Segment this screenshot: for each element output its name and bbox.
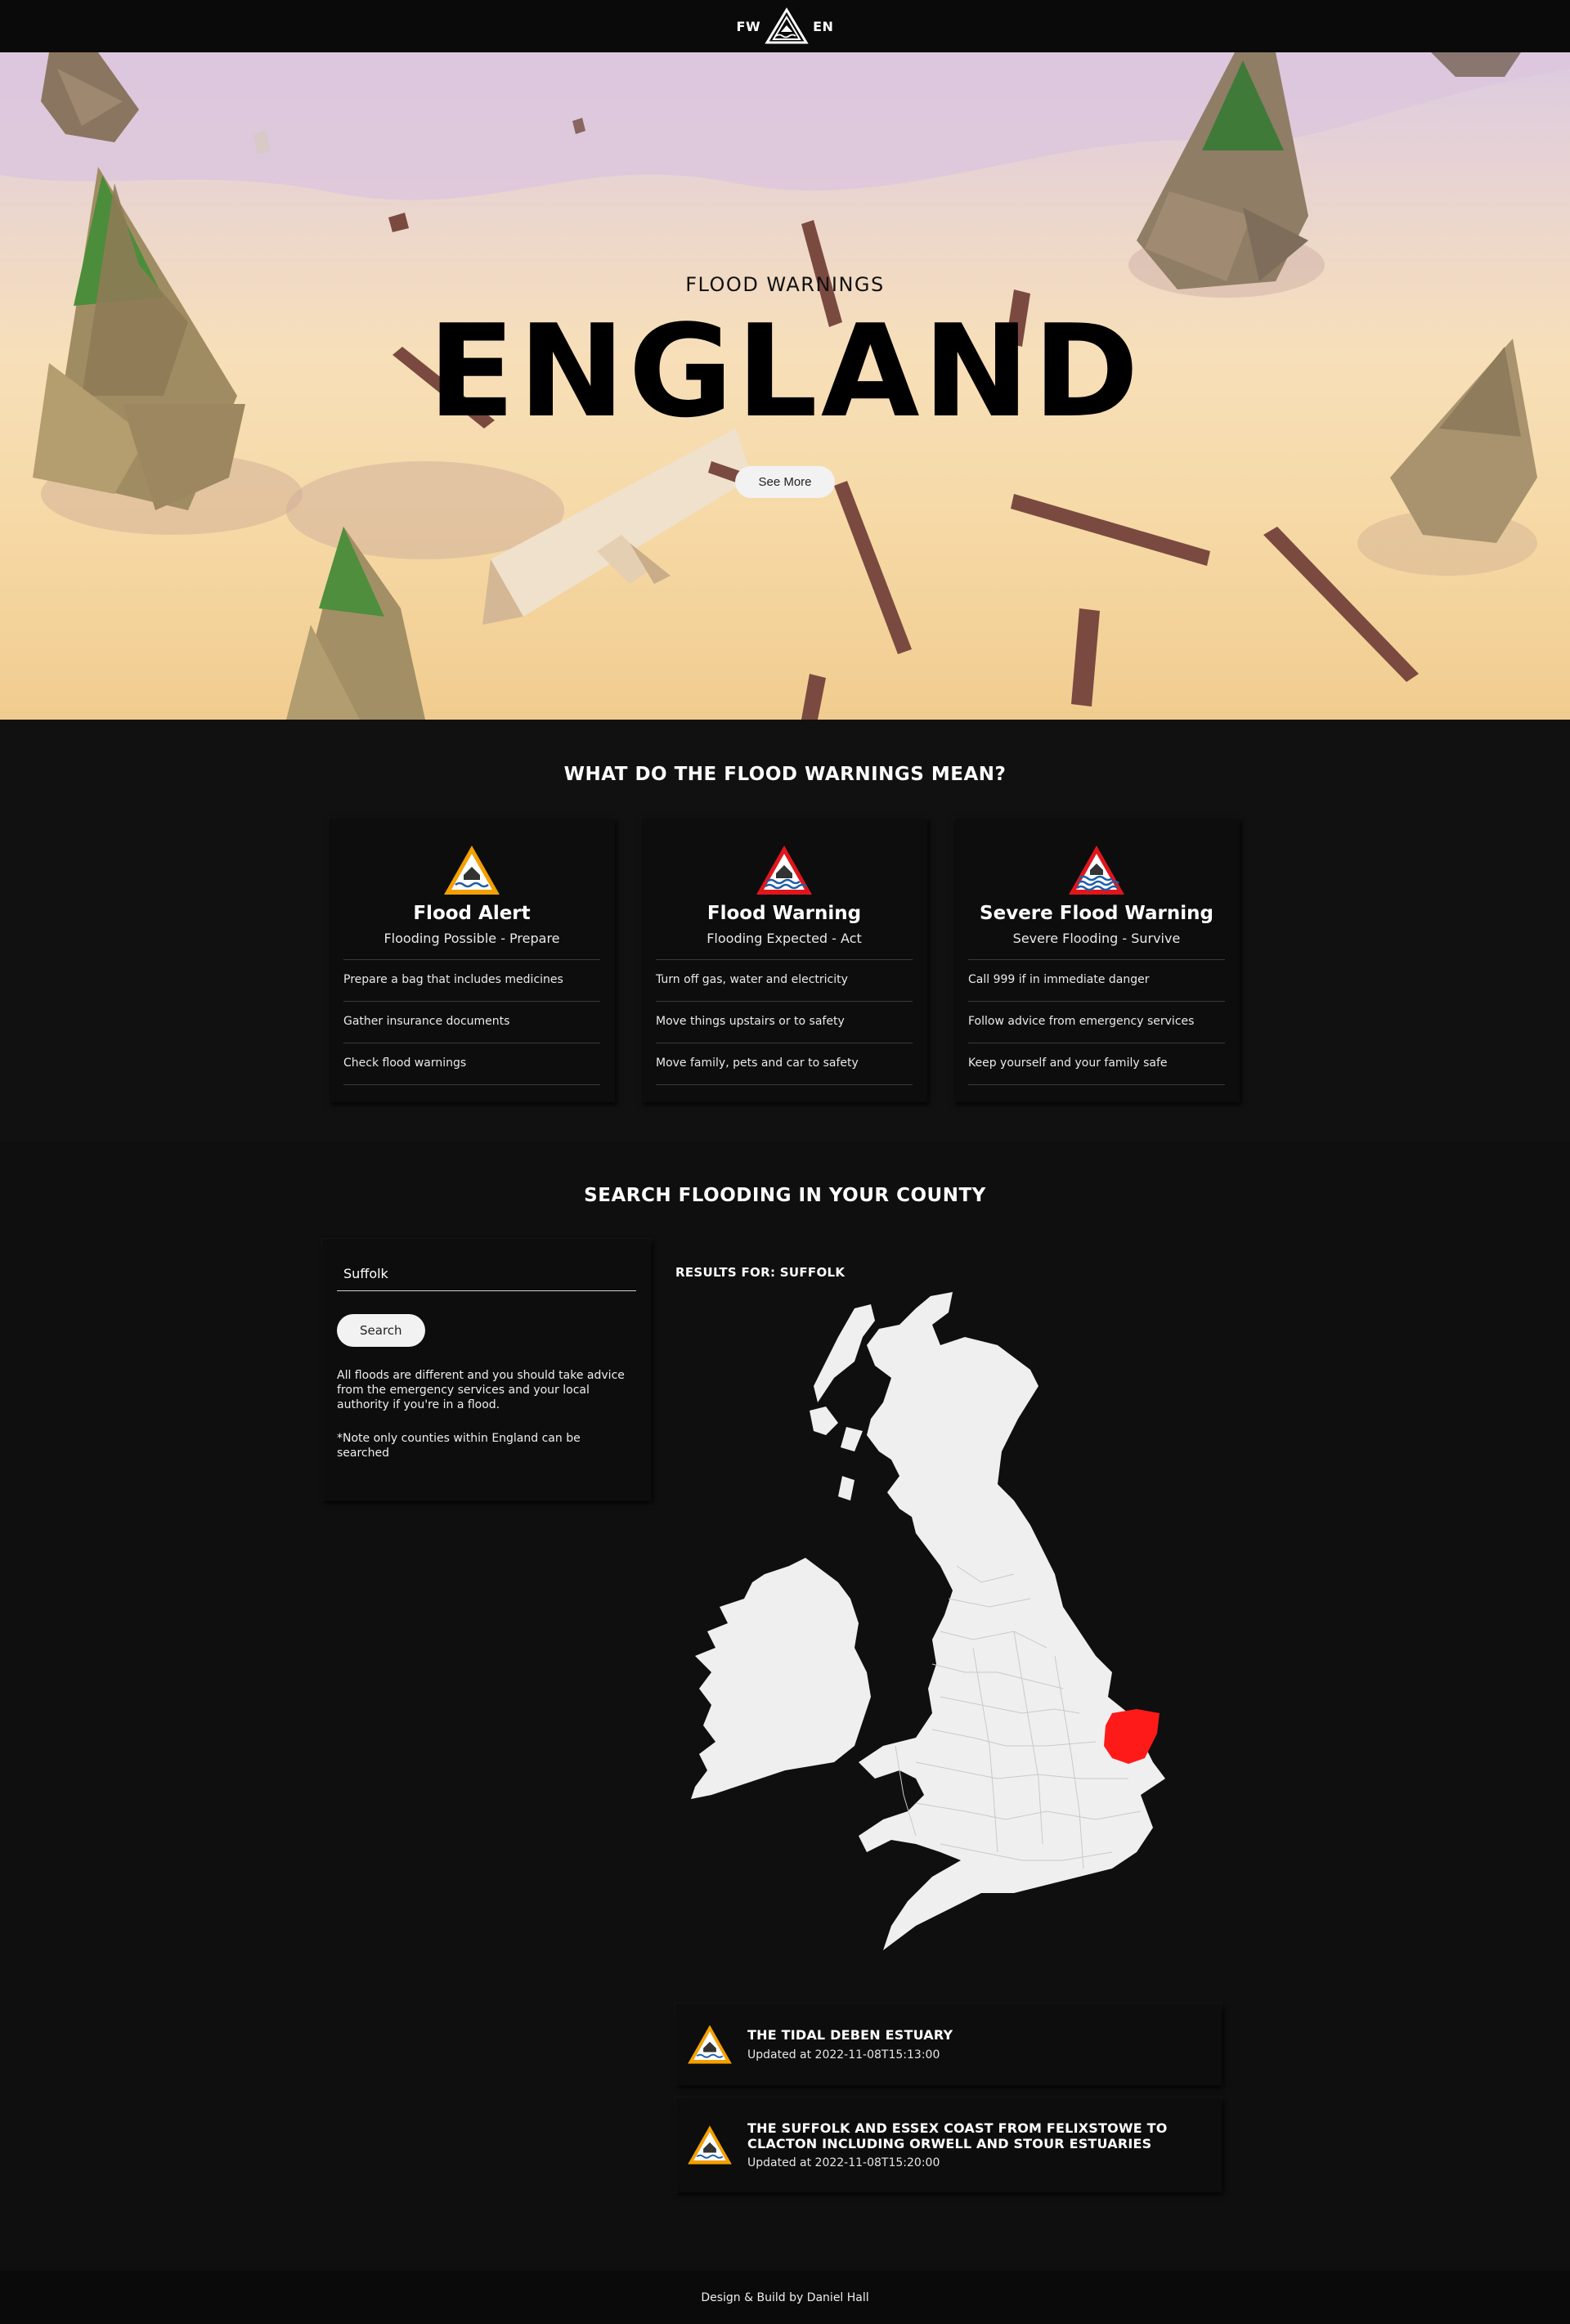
result-title: THE TIDAL DEBEN ESTUARY [747, 2027, 953, 2044]
card-list: Prepare a bag that includes medicines Ga… [343, 959, 600, 1085]
county-search-title: SEARCH FLOODING IN YOUR COUNTY [584, 1185, 986, 1206]
warnings-meaning-section: WHAT DO THE FLOOD WARNINGS MEAN? Flood A… [0, 720, 1570, 1141]
flood-warning-card: Flood Warning Flooding Expected - Act Tu… [641, 818, 927, 1102]
list-item: Follow advice from emergency services [968, 1002, 1225, 1043]
list-item: Gather insurance documents [343, 1002, 600, 1043]
card-list: Call 999 if in immediate danger Follow a… [968, 959, 1225, 1085]
list-item: Check flood warnings [343, 1043, 600, 1085]
flood-alert-icon [441, 842, 503, 898]
card-subtitle: Flooding Expected - Act [706, 931, 862, 946]
result-title: THE SUFFOLK AND ESSEX COAST FROM FELIXST… [747, 2120, 1168, 2151]
advice-note: All floods are different and you should … [337, 1369, 625, 1412]
uk-map[interactable] [671, 1288, 1227, 1991]
search-button[interactable]: Search [337, 1314, 425, 1347]
card-subtitle: Flooding Possible - Prepare [384, 931, 560, 946]
footer: Design & Build by Daniel Hall [0, 2271, 1570, 2324]
list-item: Keep yourself and your family safe [968, 1043, 1225, 1085]
card-title: Flood Warning [706, 903, 862, 924]
result-text: THE SUFFOLK AND ESSEX COAST FROM FELIXST… [747, 2120, 1173, 2169]
card-title: Severe Flood Warning [980, 903, 1213, 924]
england-only-note: *Note only counties within England can b… [337, 1431, 581, 1460]
suffolk-highlight[interactable] [1104, 1709, 1160, 1764]
warning-cards: Flood Alert Flooding Possible - Prepare … [329, 818, 1240, 1102]
warnings-meaning-title: WHAT DO THE FLOOD WARNINGS MEAN? [563, 764, 1007, 785]
see-more-button[interactable]: See More [735, 466, 835, 498]
hero-content: FLOOD WARNINGS ENGLAND See More [0, 52, 1570, 720]
footer-credit: Design & Build by Daniel Hall [701, 2290, 869, 2304]
list-item: Prepare a bag that includes medicines [343, 960, 600, 1002]
brand-left-text: FW [736, 18, 761, 34]
list-item: Move things upstairs or to safety [656, 1002, 913, 1043]
list-item: Call 999 if in immediate danger [968, 960, 1225, 1002]
search-panel: Search All floods are different and you … [322, 1239, 651, 1501]
hero-subtitle: FLOOD WARNINGS [685, 273, 885, 296]
result-card[interactable]: THE TIDAL DEBEN ESTUARY Updated at 2022-… [675, 2003, 1222, 2085]
hero-banner: FLOOD WARNINGS ENGLAND See More [0, 52, 1570, 720]
flood-warning-icon [753, 842, 815, 898]
flood-alert-icon [685, 2122, 734, 2168]
severe-flood-warning-card: Severe Flood Warning Severe Flooding - S… [953, 818, 1240, 1102]
list-item: Move family, pets and car to safety [656, 1043, 913, 1085]
result-card[interactable]: THE SUFFOLK AND ESSEX COAST FROM FELIXST… [675, 2097, 1222, 2192]
county-search-section: SEARCH FLOODING IN YOUR COUNTY Search Al… [0, 1141, 1570, 2271]
brand-right-text: EN [813, 18, 834, 34]
scottish-islands [810, 1304, 875, 1501]
result-updated: Updated at 2022-11-08T15:13:00 [747, 2048, 940, 2062]
result-updated: Updated at 2022-11-08T15:20:00 [747, 2156, 940, 2170]
card-list: Turn off gas, water and electricity Move… [656, 959, 913, 1085]
flood-alert-card: Flood Alert Flooding Possible - Prepare … [329, 818, 615, 1102]
top-bar: FW EN [0, 0, 1570, 52]
hero-title: ENGLAND [428, 297, 1142, 446]
county-search-input[interactable] [337, 1257, 636, 1291]
list-item: Turn off gas, water and electricity [656, 960, 913, 1002]
card-title: Flood Alert [413, 903, 531, 924]
results-title: RESULTS FOR: SUFFOLK [675, 1265, 846, 1280]
flood-triangle-logo-icon[interactable] [764, 7, 810, 46]
card-subtitle: Severe Flooding - Survive [1012, 931, 1181, 946]
severe-flood-warning-icon [1065, 842, 1128, 898]
flood-alert-icon [685, 2021, 734, 2067]
great-britain-shape [859, 1292, 1165, 1950]
ireland-shape [691, 1558, 871, 1799]
result-text: THE TIDAL DEBEN ESTUARY Updated at 2022-… [747, 2027, 953, 2061]
